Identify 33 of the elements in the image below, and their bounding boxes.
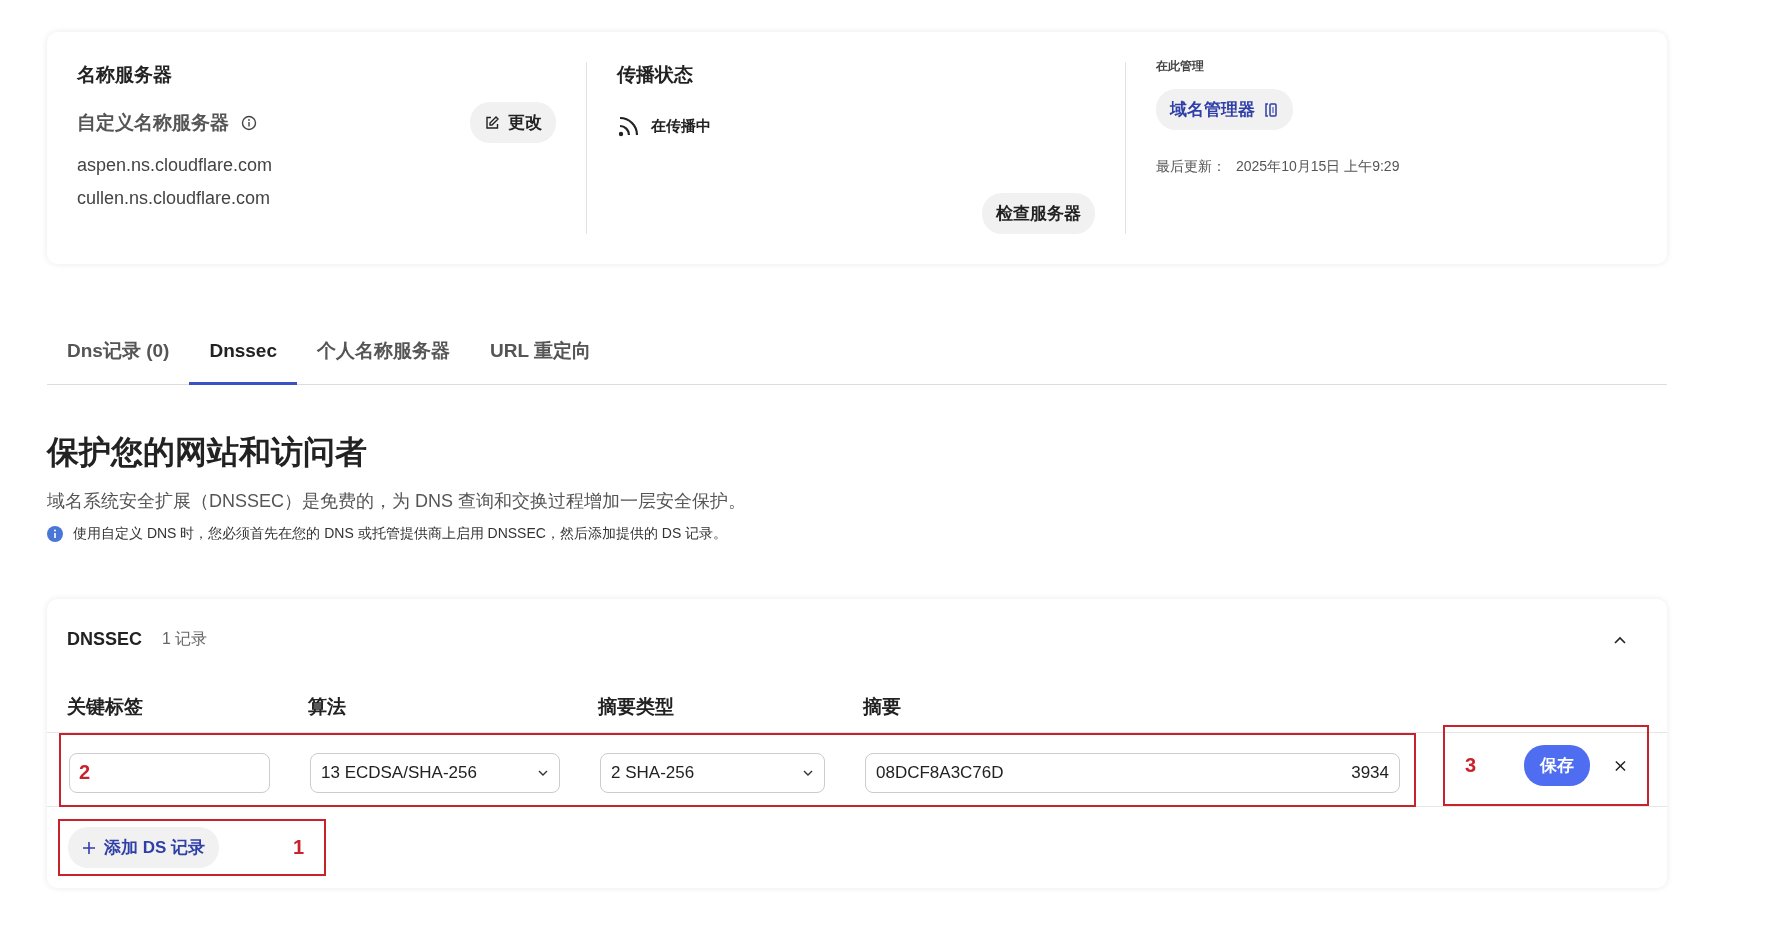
check-servers-button[interactable]: 检查服务器 [982, 193, 1095, 234]
change-button[interactable]: 更改 [470, 102, 556, 143]
tab[interactable]: Dnssec [189, 324, 297, 385]
section-title: 名称服务器 [77, 63, 173, 87]
description-text: 域名系统安全扩展（DNSSEC）是免费的，为 DNS 查询和交换过程增加一层安全保护。 [47, 490, 748, 513]
info-text: 使用自定义 DNS 时，您必须首先在您的 DNS 或托管提供商上启用 DNSSEC，然后添加提供的 DS 记录。 [73, 525, 728, 543]
card-title: DNSSEC [67, 629, 142, 650]
page-heading: 保护您的网站和访问者 [47, 433, 368, 472]
tab[interactable]: 个人名称服务器 [297, 324, 470, 385]
manage-label: 在此管理 [1156, 58, 1205, 75]
updated-value: 2025年10月15日 上午9:29 [1236, 158, 1400, 176]
column-header: 算法 [308, 695, 347, 719]
nameserver-text: aspen.ns.cloudflare.com [77, 155, 274, 176]
annotation-number: 2 [79, 760, 91, 784]
tab[interactable]: Dns记录 (0) [47, 324, 190, 385]
save-button[interactable]: 保存 [1524, 745, 1591, 786]
domain-manager-link[interactable]: 域名管理器 [1156, 89, 1293, 130]
column-header: 摘要类型 [598, 695, 675, 719]
section-title: 传播状态 [617, 63, 694, 87]
nameserver-text: cullen.ns.cloudflare.com [77, 188, 272, 209]
annotation-number: 1 [292, 836, 304, 859]
algorithm-select[interactable]: 13 ECDSA/SHA-256 [310, 752, 560, 793]
column-header: 关键标签 [67, 695, 144, 719]
status-text: 在传播中 [651, 116, 711, 136]
digest-field[interactable]: 08DCF8A3C76D 3934 [865, 752, 1400, 793]
annotation-number: 3 [1465, 754, 1477, 777]
tab[interactable]: URL 重定向 [470, 324, 611, 385]
column-header: 摘要 [863, 695, 902, 719]
digest-type-select[interactable]: 2 SHA-256 [600, 752, 825, 793]
record-count: 1 记录 [162, 629, 208, 649]
updated-label: 最后更新： [1156, 158, 1226, 176]
section-subtitle: 自定义名称服务器 [77, 110, 229, 135]
add-ds-record-button[interactable]: 添加 DS 记录 [68, 827, 220, 868]
